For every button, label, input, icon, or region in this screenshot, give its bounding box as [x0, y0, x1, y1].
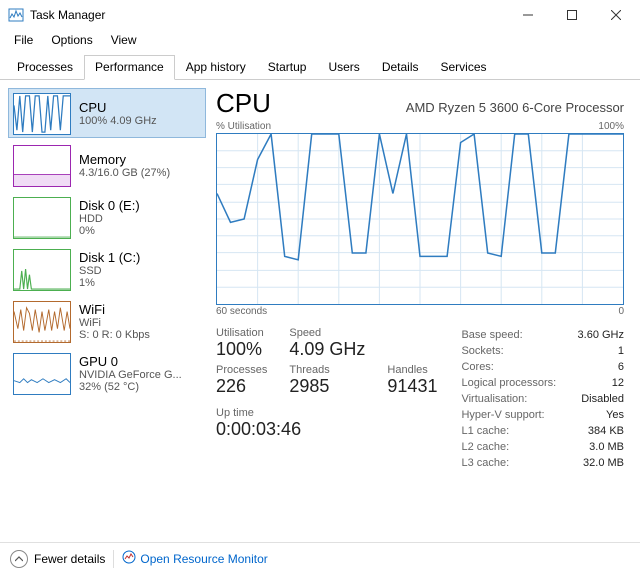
- speed-label: Speed: [289, 327, 365, 339]
- sidebar-gpu-title: GPU 0: [79, 354, 182, 369]
- hyperv-value: Yes: [606, 407, 624, 423]
- sidebar-gpu-sub: NVIDIA GeForce G...: [79, 369, 182, 381]
- maximize-button[interactable]: [550, 0, 594, 30]
- sockets-label: Sockets:: [461, 343, 503, 359]
- thr-label: Threads: [289, 364, 365, 376]
- sidebar-wifi-title: WiFi: [79, 302, 150, 317]
- logical-label: Logical processors:: [461, 375, 556, 391]
- sidebar-mem-title: Memory: [79, 152, 170, 167]
- base-speed-label: Base speed:: [461, 327, 522, 343]
- cores-value: 6: [618, 359, 624, 375]
- tab-apphistory[interactable]: App history: [175, 55, 257, 80]
- sidebar-disk1-sub: SSD: [79, 265, 140, 277]
- base-speed-value: 3.60 GHz: [578, 327, 624, 343]
- resource-monitor-icon: [122, 550, 136, 567]
- uptime-label: Up time: [216, 407, 437, 419]
- menubar: File Options View: [0, 30, 640, 50]
- axis-top-left: % Utilisation: [216, 121, 271, 132]
- sidebar-disk1-title: Disk 1 (C:): [79, 250, 140, 265]
- memory-thumb-icon: [13, 145, 71, 187]
- virt-label: Virtualisation:: [461, 391, 527, 407]
- minimize-button[interactable]: [506, 0, 550, 30]
- sidebar-cpu-title: CPU: [79, 100, 157, 115]
- l3-label: L3 cache:: [461, 455, 509, 471]
- proc-label: Processes: [216, 364, 267, 376]
- tab-users[interactable]: Users: [317, 55, 370, 80]
- cpu-utilisation-chart[interactable]: [216, 133, 624, 305]
- disk1-thumb-icon: [13, 249, 71, 291]
- open-resource-monitor-link[interactable]: Open Resource Monitor: [122, 550, 267, 567]
- menu-options[interactable]: Options: [43, 31, 100, 49]
- menu-file[interactable]: File: [6, 31, 41, 49]
- l1-label: L1 cache:: [461, 423, 509, 439]
- sidebar-item-disk0[interactable]: Disk 0 (E:) HDD 0%: [8, 192, 206, 242]
- main-panel: CPU AMD Ryzen 5 3600 6-Core Processor % …: [206, 80, 640, 542]
- fewer-details-label: Fewer details: [34, 552, 105, 566]
- window-title: Task Manager: [30, 8, 105, 22]
- sidebar: CPU 100% 4.09 GHz Memory 4.3/16.0 GB (27…: [0, 80, 206, 542]
- uptime-value: 0:00:03:46: [216, 419, 437, 440]
- cpu-thumb-icon: [13, 93, 71, 135]
- titlebar: Task Manager: [0, 0, 640, 30]
- proc-value: 226: [216, 376, 267, 397]
- page-title: CPU: [216, 88, 271, 119]
- tab-performance[interactable]: Performance: [84, 55, 175, 80]
- logical-value: 12: [612, 375, 624, 391]
- sidebar-wifi-val: S: 0 R: 0 Kbps: [79, 329, 150, 341]
- tab-processes[interactable]: Processes: [6, 55, 84, 80]
- gpu-thumb-icon: [13, 353, 71, 395]
- thr-value: 2985: [289, 376, 365, 397]
- hyperv-label: Hyper-V support:: [461, 407, 544, 423]
- util-label: Utilisation: [216, 327, 267, 339]
- hnd-value: 91431: [387, 376, 437, 397]
- cores-label: Cores:: [461, 359, 493, 375]
- util-value: 100%: [216, 339, 267, 360]
- wifi-thumb-icon: [13, 301, 71, 343]
- l3-value: 32.0 MB: [583, 455, 624, 471]
- l1-value: 384 KB: [588, 423, 624, 439]
- virt-value: Disabled: [581, 391, 624, 407]
- sidebar-disk1-val: 1%: [79, 277, 140, 289]
- sidebar-disk0-val: 0%: [79, 225, 140, 237]
- sidebar-disk0-sub: HDD: [79, 213, 140, 225]
- footer: Fewer details Open Resource Monitor: [0, 542, 640, 574]
- sidebar-wifi-sub: WiFi: [79, 317, 150, 329]
- sidebar-item-cpu[interactable]: CPU 100% 4.09 GHz: [8, 88, 206, 138]
- axis-top-right: 100%: [598, 121, 624, 132]
- l2-label: L2 cache:: [461, 439, 509, 455]
- app-icon: [8, 7, 24, 23]
- open-resource-monitor-label: Open Resource Monitor: [140, 552, 267, 566]
- sidebar-item-wifi[interactable]: WiFi WiFi S: 0 R: 0 Kbps: [8, 296, 206, 346]
- sidebar-item-disk1[interactable]: Disk 1 (C:) SSD 1%: [8, 244, 206, 294]
- sidebar-mem-sub: 4.3/16.0 GB (27%): [79, 167, 170, 179]
- sockets-value: 1: [618, 343, 624, 359]
- menu-view[interactable]: View: [103, 31, 145, 49]
- cpu-info-list: Base speed: 3.60 GHz Sockets: 1 Cores: 6 Lo…: [461, 327, 624, 471]
- axis-bottom-left: 60 seconds: [216, 306, 267, 317]
- tabstrip: Processes Performance App history Startu…: [0, 50, 640, 80]
- sidebar-cpu-sub: 100% 4.09 GHz: [79, 115, 157, 127]
- axis-bottom-right: 0: [618, 306, 624, 317]
- tab-details[interactable]: Details: [371, 55, 430, 80]
- sidebar-disk0-title: Disk 0 (E:): [79, 198, 140, 213]
- speed-value: 4.09 GHz: [289, 339, 365, 360]
- hnd-label: Handles: [387, 364, 437, 376]
- sidebar-item-memory[interactable]: Memory 4.3/16.0 GB (27%): [8, 140, 206, 190]
- sidebar-item-gpu[interactable]: GPU 0 NVIDIA GeForce G... 32% (52 °C): [8, 348, 206, 398]
- disk0-thumb-icon: [13, 197, 71, 239]
- tab-startup[interactable]: Startup: [257, 55, 318, 80]
- l2-value: 3.0 MB: [589, 439, 624, 455]
- sidebar-gpu-val: 32% (52 °C): [79, 381, 182, 393]
- close-button[interactable]: [594, 0, 638, 30]
- processor-name: AMD Ryzen 5 3600 6-Core Processor: [406, 100, 624, 115]
- tab-services[interactable]: Services: [430, 55, 498, 80]
